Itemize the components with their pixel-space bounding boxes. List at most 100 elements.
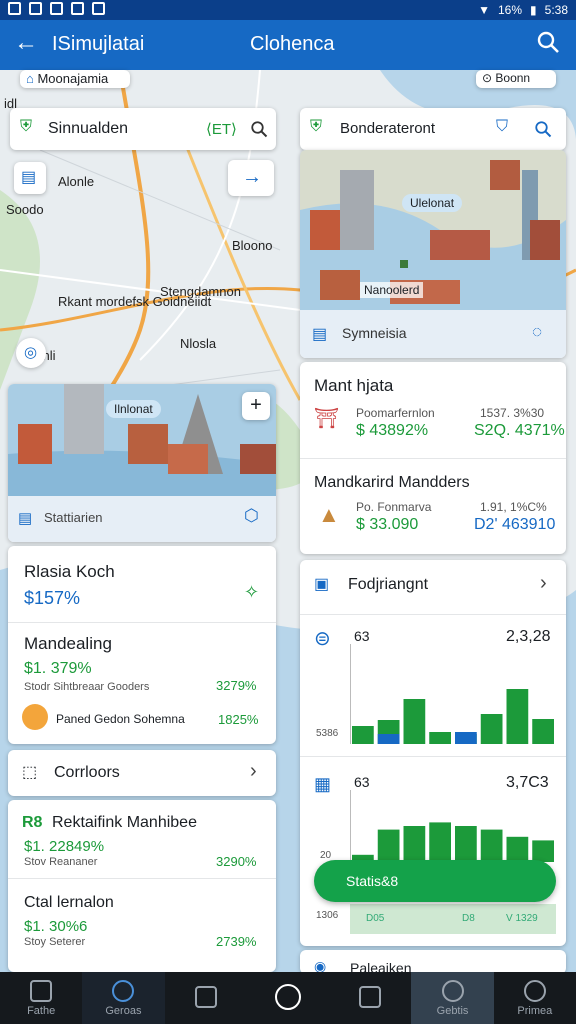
- card-title: Ctal lernalon: [24, 894, 114, 911]
- status-bar: ▼ 16% ▮ 5:38: [0, 0, 576, 20]
- search-text: Sinnualden: [48, 120, 129, 137]
- chevron-right-icon: ›: [250, 760, 257, 782]
- card-sub-value: 3290%: [216, 854, 257, 869]
- layers-icon: ▤: [21, 169, 37, 186]
- left-search-box[interactable]: ⛨ Sinnualden ⟨ET⟩: [10, 108, 276, 150]
- battery-level: 16%: [498, 3, 523, 17]
- corridors-row[interactable]: ⬚ Corrloors ›: [8, 750, 276, 796]
- nav-gebtis[interactable]: Gebtis: [411, 972, 494, 1024]
- locate-button[interactable]: ◎: [16, 338, 46, 368]
- avatar: [22, 704, 48, 730]
- card-value: $1. 379%: [24, 660, 92, 677]
- chart-bar: [532, 719, 554, 744]
- scene-footer-label: Symneisia: [342, 325, 407, 341]
- map-pin-label[interactable]: ⌂ Moonajamia: [20, 70, 130, 88]
- right-stats-card[interactable]: Mant hjata ⛩ Poomarfernlon 1537. 3%30 $ …: [300, 362, 566, 554]
- layers-button[interactable]: ▤: [14, 162, 46, 194]
- notification-icon: [29, 2, 42, 15]
- card-sub: Po. Fonmarva: [356, 500, 432, 514]
- card-value-2: S2Q. 4371%: [474, 422, 565, 439]
- divider: [300, 756, 566, 757]
- search-icon[interactable]: [534, 120, 552, 138]
- nav-home[interactable]: Fathe: [0, 972, 82, 1024]
- zoom-in-button[interactable]: +: [242, 392, 270, 420]
- chart-axis-label: 1306: [316, 910, 339, 921]
- card-sub: Stoy Seterer: [24, 936, 86, 948]
- nav-search[interactable]: Geroas: [82, 972, 165, 1024]
- divider: [300, 614, 566, 615]
- directions-button[interactable]: →: [228, 160, 274, 196]
- card-value: $1. 22849%: [24, 838, 105, 855]
- scene-footer: ▤ Symneisia ◌: [300, 310, 566, 358]
- nav-label: Primea: [517, 1004, 553, 1017]
- bottom-navigation: Fathe Geroas Gebtis Primea: [0, 972, 576, 1024]
- app-title: ISimujlatai: [52, 33, 145, 55]
- card-sub-value: 1537. 3%30: [480, 406, 545, 420]
- status-right: ▼ 16% ▮ 5:38: [478, 3, 568, 17]
- map-icon: [359, 985, 382, 1008]
- map-label: Bloono: [232, 238, 273, 253]
- card-badge: R8: [22, 814, 43, 831]
- locate-icon: ◎: [24, 344, 38, 361]
- app-bar: ← ISimujlatai Clohenca: [0, 20, 576, 70]
- card-title: Mandkarird Mandders: [314, 474, 470, 491]
- home-icon: [30, 979, 53, 1002]
- target-icon[interactable]: ◌: [532, 322, 542, 342]
- square-icon: [194, 985, 217, 1008]
- chart-header-label: Fodjriangnt: [348, 576, 429, 593]
- map-pin-label[interactable]: ⊙ Boonn: [476, 70, 556, 88]
- nav-center[interactable]: [247, 972, 329, 1024]
- left-stats-card-2[interactable]: R8 Rektaifink Manhibee $1. 22849% Stov R…: [8, 800, 276, 972]
- chart-tick: D05: [366, 913, 385, 924]
- battery-icon: ▮: [530, 3, 537, 17]
- tower-icon: ▲: [318, 502, 340, 527]
- chart-bar: [480, 829, 503, 862]
- nav-label: Fathe: [27, 1004, 56, 1017]
- hexagon-icon[interactable]: ⬡: [244, 506, 259, 526]
- search-text: Bonderateront: [340, 120, 436, 137]
- bag-icon[interactable]: ⛉: [496, 118, 508, 136]
- card-sub-value: 3279%: [216, 678, 257, 693]
- compass-icon[interactable]: ✧: [244, 582, 259, 603]
- chart-ticks-bar: D05 D8 V 1329: [350, 904, 556, 934]
- divider: [300, 458, 566, 459]
- scene-footer: ▤ Stattiarien ⬡: [8, 496, 276, 542]
- arrow-right-icon: →: [242, 166, 262, 188]
- card-title: Rlasia Koch: [24, 562, 115, 581]
- map-label: Soodo: [6, 202, 44, 217]
- search-icon[interactable]: [536, 30, 560, 54]
- chart-bar: [403, 699, 426, 744]
- nav-square[interactable]: [165, 972, 247, 1024]
- scene-badge: Ulelonat: [402, 194, 463, 212]
- target-icon: [441, 979, 464, 1002]
- search-icon[interactable]: [250, 120, 268, 138]
- notification-icon: [8, 2, 21, 15]
- row-label: Paned Gedon Sohemna: [56, 712, 185, 726]
- chevron-right-icon[interactable]: ›: [540, 572, 547, 595]
- chart-bar: [455, 732, 477, 744]
- chart-tick: D8: [462, 913, 475, 924]
- nav-map[interactable]: [329, 972, 411, 1024]
- card-title: Mandealing: [24, 634, 112, 653]
- right-scene-card[interactable]: Ulelonat Nanoolerd ▤ Symneisia ◌: [300, 150, 566, 358]
- document-icon: ▤: [312, 326, 328, 343]
- row-value: 1825%: [218, 712, 259, 727]
- chart-bar: [377, 734, 400, 744]
- card-sub: Stov Reananer: [24, 856, 98, 868]
- right-search-box[interactable]: ⛨ Bonderateront ⛉: [300, 108, 566, 150]
- nav-primea[interactable]: Primea: [494, 972, 576, 1024]
- trend-icon: ⬚: [22, 764, 38, 781]
- statistics-button[interactable]: Statis&8: [314, 860, 556, 902]
- chart-bar: [506, 689, 529, 744]
- divider: [8, 878, 276, 879]
- left-stats-card[interactable]: Rlasia Koch $157% ✧ Mandealing $1. 379% …: [8, 546, 276, 744]
- right-footer-row[interactable]: ◉ Paleaiken: [300, 950, 566, 974]
- left-scene-card[interactable]: Ilnlonat + ▤ Stattiarien ⬡: [8, 384, 276, 542]
- card-sub: Stodr Sihtbreaar Gooders: [24, 681, 150, 693]
- map-label: Stengdamnon: [160, 284, 241, 299]
- back-arrow-icon[interactable]: ←: [14, 30, 38, 56]
- card-value: $ 43892%: [356, 422, 429, 439]
- card-value: $157%: [24, 588, 81, 608]
- scene-badge: Ilnlonat: [106, 400, 161, 418]
- card-sub-value: 1.91, 1%C%: [480, 500, 547, 514]
